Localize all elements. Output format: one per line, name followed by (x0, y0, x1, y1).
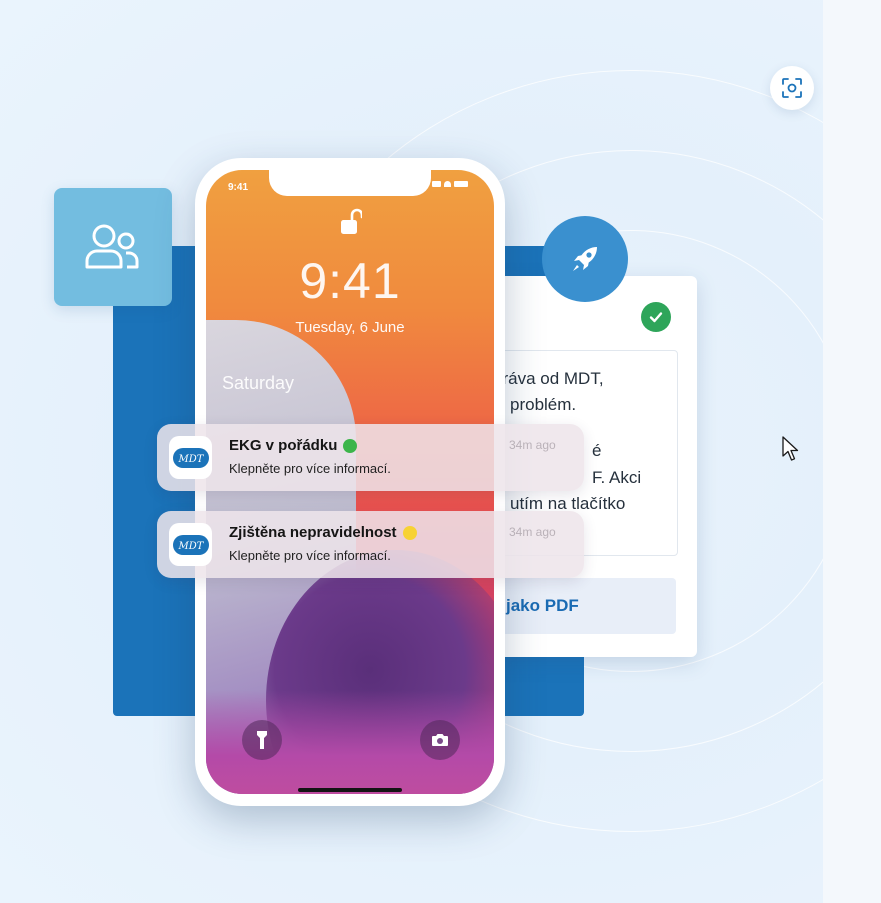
notification-title-text: Zjištěna nepravidelnost (229, 524, 397, 541)
rocket-badge (542, 216, 628, 302)
battery-icon (454, 181, 468, 187)
status-bar-time: 9:41 (228, 182, 249, 193)
check-icon (641, 302, 671, 332)
notification-title: EKG v pořádku (229, 437, 358, 454)
mdt-logo-text: MDT (177, 454, 204, 465)
message-line: é (592, 441, 602, 460)
status-dot-green (343, 438, 358, 453)
lock-screen-clock: 9:41 (299, 253, 401, 309)
status-bar-icons (432, 181, 468, 187)
right-edge-shade (823, 0, 881, 903)
camera-button[interactable] (420, 720, 460, 760)
home-indicator[interactable] (298, 788, 402, 792)
mdt-logo-text: MDT (177, 541, 204, 552)
notification-body: Klepněte pro více informací. (229, 548, 391, 563)
mdt-app-icon: MDT (169, 436, 212, 479)
notification-irregularity[interactable]: MDT Zjištěna nepravidelnost Klepněte pro… (157, 511, 584, 578)
users-icon (85, 224, 139, 269)
signal-icon (432, 181, 441, 187)
users-tile (54, 188, 172, 306)
notification-title: Zjištěna nepravidelnost (229, 524, 417, 541)
mouse-pointer-icon (782, 436, 800, 467)
notification-time: 34m ago (509, 438, 556, 452)
message-line: problém. (510, 395, 577, 414)
notification-title-text: EKG v pořádku (229, 437, 338, 454)
status-dot-yellow (402, 525, 417, 540)
notification-time: 34m ago (509, 525, 556, 539)
notification-body: Klepněte pro více informací. (229, 461, 391, 476)
unlocked-padlock-icon (340, 208, 364, 241)
hero-illustration: práva od MDT, problém. é F. Akci utím na… (0, 0, 881, 903)
notification-ekg-ok[interactable]: MDT EKG v pořádku Klepněte pro více info… (157, 424, 584, 491)
wifi-icon (444, 181, 451, 187)
flashlight-icon (257, 731, 267, 749)
mdt-app-icon: MDT (169, 523, 212, 566)
notification-group-day: Saturday (222, 373, 295, 393)
download-pdf-label: jako PDF (506, 596, 579, 615)
rocket-icon (573, 247, 597, 271)
scan-icon (782, 78, 802, 98)
camera-icon (432, 734, 448, 746)
scan-button[interactable] (770, 66, 814, 110)
phone-notch (269, 170, 431, 196)
message-line: F. Akci (592, 468, 642, 487)
flashlight-button[interactable] (242, 720, 282, 760)
message-line: práva od MDT, (493, 369, 604, 388)
lock-screen-date: Tuesday, 6 June (295, 319, 405, 336)
